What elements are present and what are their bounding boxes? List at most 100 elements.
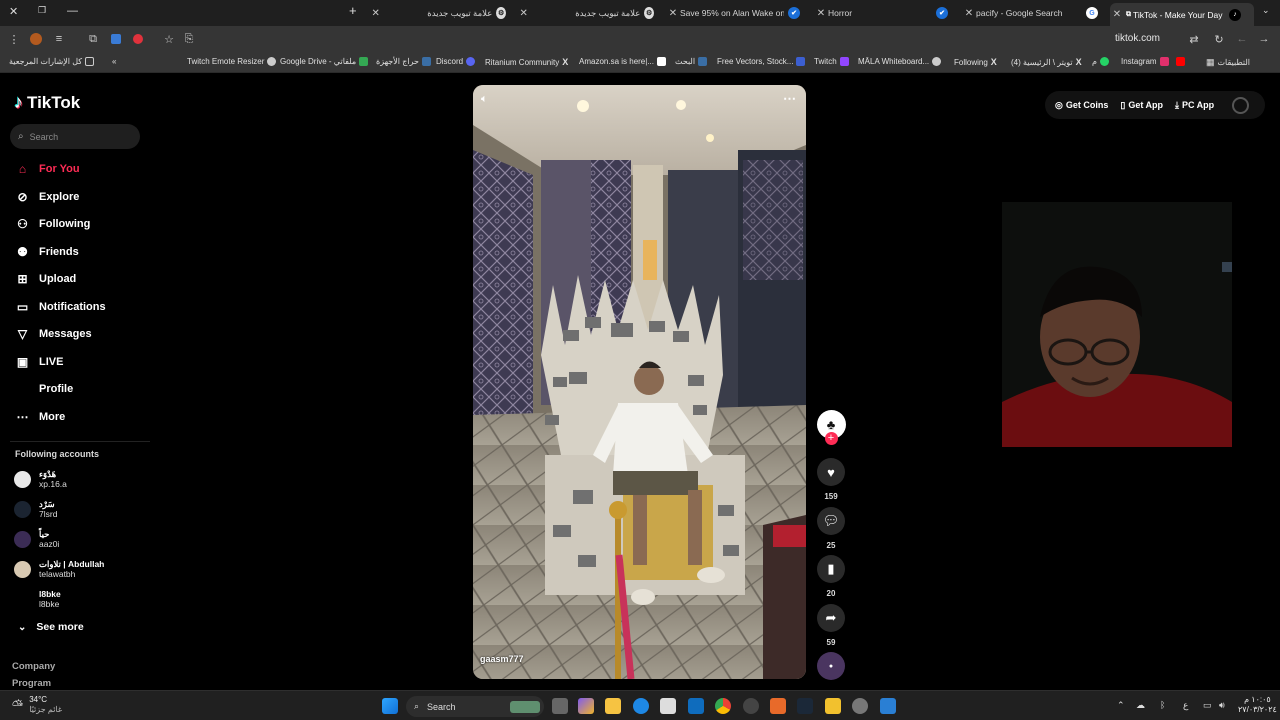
task-view-icon[interactable] bbox=[552, 698, 568, 714]
edge-icon[interactable] bbox=[633, 698, 649, 714]
bookmark-item[interactable]: Free Vectors, Stock... bbox=[717, 57, 806, 66]
file-explorer-icon[interactable] bbox=[605, 698, 621, 714]
share-button[interactable]: ➦ 59 bbox=[816, 604, 846, 647]
minimize-window-icon[interactable]: — bbox=[67, 5, 78, 17]
store-icon[interactable] bbox=[660, 698, 676, 714]
bookmark-item[interactable]: Instagram bbox=[1121, 57, 1185, 66]
nav-explore[interactable]: ⊘ Explore bbox=[15, 189, 79, 204]
following-account[interactable]: سَرْد 7lsrd bbox=[14, 499, 57, 519]
bookmark-item[interactable]: Twitch bbox=[814, 57, 849, 66]
close-tab-icon[interactable]: ✕ bbox=[962, 8, 976, 19]
save-button[interactable]: ▮ 20 bbox=[816, 555, 846, 598]
pc-app-button[interactable]: ⤓ PC App bbox=[1175, 100, 1214, 111]
nav-upload[interactable]: ⊞ Upload bbox=[15, 271, 76, 286]
footer-program-link[interactable]: Program bbox=[12, 678, 51, 689]
following-account[interactable]: حياً aaz0i bbox=[14, 529, 59, 549]
more-options-icon[interactable]: ⋯ bbox=[783, 91, 796, 107]
site-settings-icon[interactable]: ⇄ bbox=[1187, 32, 1201, 46]
app-icon[interactable] bbox=[825, 698, 841, 714]
nav-notifications[interactable]: ▭ Notifications bbox=[15, 299, 106, 314]
follow-plus-icon[interactable]: + bbox=[824, 432, 838, 445]
bookmark-item[interactable]: (4) تويتر \ الرئيسية X bbox=[1011, 57, 1082, 67]
bluetooth-icon[interactable]: ᛒ bbox=[1160, 700, 1165, 710]
app-icon[interactable] bbox=[880, 698, 896, 714]
bookmark-item[interactable]: Google Drive - ملفاتي bbox=[280, 57, 369, 66]
search-input[interactable]: ⌕ Search bbox=[10, 124, 140, 149]
comment-button[interactable]: 💬︎ 25 bbox=[816, 507, 846, 550]
outlook-icon[interactable] bbox=[688, 698, 704, 714]
tab-search-icon[interactable]: ⌄ bbox=[1262, 5, 1270, 16]
nav-more[interactable]: ⋯ More bbox=[15, 409, 66, 424]
new-tab-button[interactable]: + bbox=[349, 3, 357, 18]
nav-messages[interactable]: ▽ Messages bbox=[15, 326, 92, 341]
clock[interactable]: ١٠:٠٥ م ٢٧/٠٣/٢٠٢٤ bbox=[1238, 695, 1277, 715]
bookmarks-overflow-icon[interactable]: « bbox=[112, 57, 116, 66]
bookmark-star-icon[interactable]: ☆ bbox=[162, 32, 176, 46]
address-bar-url[interactable]: tiktok.com bbox=[1115, 33, 1160, 44]
bookmark-all[interactable]: كل الإشارات المرجعية bbox=[9, 57, 95, 66]
volume-icon[interactable]: 🔈︎ bbox=[481, 93, 488, 106]
sound-disc-button[interactable]: ● bbox=[816, 652, 846, 680]
following-account[interactable]: هَدْوَء xp.16.a bbox=[14, 469, 67, 489]
extension-red-icon[interactable] bbox=[131, 32, 145, 46]
weather-widget[interactable]: ⛅︎ 34°C غائم جزئيًا bbox=[12, 695, 62, 715]
taskbar-search[interactable]: ⌕ Search bbox=[406, 696, 544, 717]
footer-company-link[interactable]: Company bbox=[12, 661, 55, 672]
bookmark-item[interactable]: MĀLA Whiteboard... bbox=[858, 57, 942, 66]
bookmark-item[interactable]: Following X bbox=[954, 57, 997, 67]
browser-tab[interactable]: ✕ علامة تبويب جديدة ⚙ bbox=[518, 3, 658, 23]
cloud-icon[interactable]: ☁︎ bbox=[1136, 700, 1145, 711]
bookmark-item[interactable]: حراج الأجهزة bbox=[376, 57, 431, 66]
language-indicator[interactable]: ع bbox=[1183, 700, 1188, 711]
browser-tab-active[interactable]: ✕ ⧉ TikTok - Make Your Day ♪ bbox=[1110, 3, 1254, 26]
close-tab-icon[interactable]: ✕ bbox=[1110, 9, 1124, 20]
settings-icon[interactable] bbox=[852, 698, 868, 714]
close-tab-icon[interactable]: ✕ bbox=[518, 8, 529, 19]
user-avatar[interactable] bbox=[1232, 96, 1250, 114]
tiktok-logo[interactable]: ♪ TikTok bbox=[14, 92, 80, 113]
back-icon[interactable]: → bbox=[1257, 32, 1271, 46]
profile-extension-icon[interactable] bbox=[29, 32, 43, 46]
bookmark-item[interactable]: Discord bbox=[436, 57, 476, 66]
bookmark-item[interactable]: م bbox=[1092, 57, 1109, 66]
network-icon[interactable]: ▭ bbox=[1203, 700, 1212, 711]
browser-tab[interactable]: ✕ Horror ✔ bbox=[814, 3, 954, 23]
bookmark-apps[interactable]: ▦ التطبيقات bbox=[1206, 57, 1250, 68]
menu-icon[interactable]: ⋮ bbox=[7, 32, 21, 46]
nav-for-you[interactable]: ⌂ For You bbox=[15, 161, 80, 176]
get-app-button[interactable]: ▯ Get App bbox=[1120, 100, 1163, 111]
steam-icon[interactable] bbox=[797, 698, 813, 714]
close-tab-icon[interactable]: ✕ bbox=[666, 8, 680, 19]
forward-icon[interactable]: ← bbox=[1235, 32, 1249, 46]
volume-icon[interactable]: 🔊︎ bbox=[1219, 700, 1225, 711]
close-tab-icon[interactable]: ✕ bbox=[814, 8, 828, 19]
get-coins-button[interactable]: ◎ Get Coins bbox=[1055, 100, 1108, 111]
nav-friends[interactable]: ⚉ Friends bbox=[15, 244, 79, 259]
install-app-icon[interactable]: ⎘ bbox=[182, 32, 196, 46]
like-button[interactable]: ♥ 159 bbox=[816, 458, 846, 501]
restore-window-icon[interactable]: ❐ bbox=[38, 5, 46, 16]
extension-icon[interactable] bbox=[109, 32, 123, 46]
nav-live[interactable]: ▣ LIVE bbox=[15, 354, 64, 369]
reload-icon[interactable]: ↻ bbox=[1212, 32, 1226, 46]
following-account[interactable]: l8bke l8bke bbox=[14, 589, 61, 609]
following-account[interactable]: تلاوات | Abdullah telawatbh bbox=[14, 559, 104, 579]
browser-tab[interactable]: ✕ pacify - Google Search G bbox=[962, 3, 1106, 23]
nav-profile[interactable]: Profile bbox=[15, 381, 73, 396]
bookmark-item[interactable]: Twitch Emote Resizer bbox=[187, 57, 277, 66]
nav-following[interactable]: ⚇ Following bbox=[15, 216, 90, 231]
bookmark-item[interactable]: Ritanium Community X bbox=[485, 57, 568, 67]
chrome-icon[interactable] bbox=[715, 698, 731, 714]
bookmark-item[interactable]: Amazon.sa is here|... bbox=[579, 57, 666, 66]
close-tab-icon[interactable]: ✕ bbox=[370, 8, 381, 19]
bookmark-item[interactable]: البحث bbox=[675, 57, 708, 66]
video-player[interactable]: 🔈︎ ⋯ bbox=[473, 85, 806, 679]
author-avatar-button[interactable]: ♣ + bbox=[816, 410, 846, 452]
close-window-icon[interactable]: ✕ bbox=[9, 5, 18, 18]
media-controls-icon[interactable]: ≡ bbox=[52, 32, 66, 46]
browser-tab[interactable]: ✕ علامة تبويب جديدة ⚙ bbox=[370, 3, 510, 23]
see-more-button[interactable]: ⌄ See more bbox=[18, 621, 84, 633]
show-hidden-icons[interactable]: ⌃ bbox=[1117, 700, 1125, 711]
extensions-icon[interactable]: ⧉ bbox=[86, 32, 100, 46]
copilot-icon[interactable] bbox=[578, 698, 594, 714]
